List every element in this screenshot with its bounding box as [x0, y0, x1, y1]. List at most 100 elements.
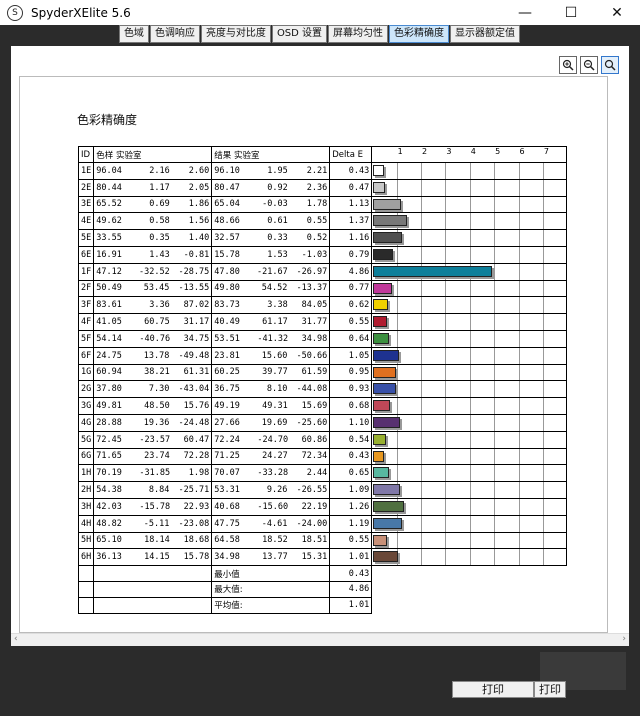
lab-value: 71.25	[214, 451, 240, 462]
delta-e-bar	[373, 215, 407, 227]
row-id: 5E	[77, 229, 95, 247]
row-id: 6E	[77, 245, 95, 264]
lab-value: 60.25	[214, 367, 240, 378]
lab-value: 27.66	[214, 417, 240, 428]
scale-gridline	[445, 465, 447, 482]
scale-gridline	[469, 230, 471, 246]
zoom-fit-icon[interactable]	[601, 56, 619, 74]
header-delta-e: Delta E	[329, 146, 373, 163]
reference-lab: 96.04 2.16 2.60	[93, 162, 213, 180]
lab-value: 49.81	[96, 401, 122, 412]
tab-5[interactable]: 色彩精确度	[389, 25, 450, 43]
delta-e-bar-cell	[371, 430, 568, 449]
summary-value: 0.43	[329, 565, 373, 582]
close-icon[interactable]: ✕	[594, 0, 640, 25]
scale-gridline	[469, 179, 471, 196]
tab-6[interactable]: 显示器额定值	[450, 25, 521, 43]
delta-e-bar-cell	[371, 548, 568, 567]
scale-gridline	[469, 364, 471, 381]
lab-value: -41.32	[257, 333, 289, 344]
lab-value: 1.43	[149, 249, 170, 260]
delta-e-value: 0.62	[329, 296, 373, 315]
delta-e-bar-cell	[371, 397, 568, 415]
scale-gridline	[469, 515, 471, 532]
zoom-in-icon[interactable]	[559, 56, 577, 74]
row-id: 6F	[77, 346, 95, 365]
delta-e-bar	[373, 500, 404, 512]
reference-lab: 41.05 60.75 31.17	[93, 313, 213, 331]
scale-gridline	[445, 448, 447, 465]
zoom-out-icon[interactable]	[580, 56, 598, 74]
scale-gridline	[469, 381, 471, 398]
lab-value: -26.97	[296, 266, 328, 277]
summary-empty	[77, 580, 95, 598]
reference-lab: 60.94 38.21 61.31	[93, 363, 213, 382]
table-row: 5G 72.45 -23.57 60.47 72.24 -24.70 60.86 0.54	[77, 430, 568, 449]
delta-e-bar-cell	[371, 178, 568, 197]
reference-lab: 24.75 13.78 -49.48	[93, 346, 213, 365]
scale-gridline	[421, 246, 422, 263]
summary-empty	[371, 597, 567, 614]
delta-e-bar	[373, 265, 492, 277]
minimize-icon[interactable]: —	[502, 0, 548, 25]
row-id: 5G	[77, 430, 95, 449]
lab-value: -49.48	[178, 350, 210, 361]
reference-lab: 37.80 7.30 -43.04	[93, 380, 213, 399]
tab-0[interactable]: 色域	[118, 25, 149, 43]
print-button[interactable]: 打印	[452, 681, 534, 698]
maximize-icon[interactable]: ☐	[548, 0, 594, 25]
scale-gridline	[445, 515, 447, 532]
scale-gridline	[494, 381, 496, 398]
lab-value: -23.08	[178, 518, 210, 529]
scroll-right-icon[interactable]: ›	[622, 634, 626, 644]
header-reference: 色样 实验室	[93, 146, 213, 163]
result-lab: 64.58 18.52 18.51	[211, 531, 331, 550]
tab-3[interactable]: OSD 设置	[271, 25, 328, 43]
tab-4[interactable]: 屏幕均匀性	[328, 25, 389, 43]
scale-gridline	[494, 448, 496, 465]
table-row: 2E 80.44 1.17 2.05 80.47 0.92 2.36 0.47	[77, 178, 568, 197]
lab-value: 0.52	[306, 233, 328, 244]
scale-gridline	[494, 246, 496, 263]
scale-gridline	[494, 549, 496, 566]
scale-gridline	[542, 482, 544, 498]
footer-bar: 打印 打印	[0, 646, 640, 716]
scale-gridline	[518, 465, 520, 482]
lab-value: 8.10	[266, 384, 288, 395]
lab-value: 22.93	[183, 501, 210, 512]
delta-e-value: 0.55	[329, 531, 373, 550]
lab-value: 83.73	[214, 300, 240, 311]
reference-lab: 48.82 -5.11 -23.08	[93, 514, 213, 533]
lab-value: -23.57	[139, 434, 171, 445]
lab-value: 0.55	[306, 216, 328, 227]
scale-gridline	[469, 347, 471, 364]
scale-gridline	[518, 532, 520, 549]
delta-e-bar-cell	[371, 531, 568, 550]
scale-gridline	[518, 414, 520, 431]
tab-2[interactable]: 亮度与对比度	[200, 25, 271, 43]
summary-empty	[93, 580, 213, 598]
row-id: 4H	[77, 514, 95, 533]
print-button-secondary[interactable]: 打印	[534, 681, 566, 698]
scale-gridline	[421, 448, 422, 465]
lab-value: 22.19	[301, 501, 328, 512]
reference-lab: 47.12 -32.52 -28.75	[93, 262, 213, 281]
table-row: 2G 37.80 7.30 -43.04 36.75 8.10 -44.08 0.93	[77, 380, 568, 399]
row-id: 4G	[77, 413, 95, 432]
delta-e-bar	[373, 433, 387, 445]
lab-value: -0.03	[262, 199, 288, 210]
scroll-left-icon[interactable]: ‹	[14, 634, 18, 644]
scale-gridline	[542, 297, 544, 314]
scale-gridline	[445, 330, 447, 347]
lab-value: 1.98	[188, 468, 210, 479]
delta-e-bar	[373, 534, 387, 546]
horizontal-scrollbar[interactable]: ‹ ›	[11, 633, 629, 646]
lab-value: 1.53	[267, 249, 288, 260]
lab-value: 1.17	[149, 182, 170, 193]
scale-gridline	[421, 381, 422, 398]
lab-value: 15.78	[183, 552, 210, 563]
scale-gridline	[542, 179, 544, 196]
delta-e-value: 0.43	[329, 162, 373, 180]
tab-1[interactable]: 色调响应	[149, 25, 200, 43]
lab-value: 53.31	[214, 485, 240, 496]
